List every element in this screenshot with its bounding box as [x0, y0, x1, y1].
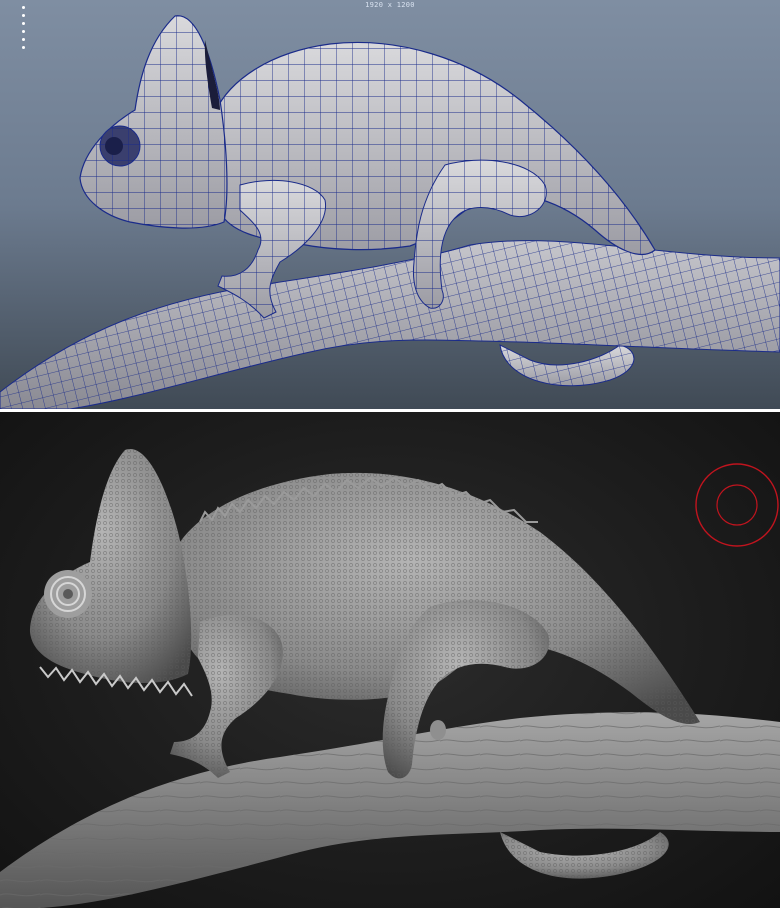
resolution-gate-label: 1920 x 1200 — [365, 1, 415, 9]
sculpt-model-canvas — [0, 448, 780, 908]
sculpt-tail-curl — [500, 832, 669, 879]
sculpt-chameleon-eye — [44, 570, 92, 618]
brush-cursor-icon — [695, 463, 779, 547]
wire-tail-curl — [499, 344, 635, 387]
wire-branch — [0, 240, 780, 409]
sculpt-viewport[interactable] — [0, 412, 780, 908]
wireframe-model-canvas — [0, 15, 780, 409]
wireframe-viewport[interactable]: 1920 x 1200 — [0, 0, 780, 409]
viewport-toolbar-dots-icon[interactable] — [22, 6, 26, 54]
wire-chameleon-eye — [99, 125, 141, 167]
sculpt-chameleon-head — [30, 448, 193, 697]
wire-chameleon-head — [79, 15, 228, 229]
